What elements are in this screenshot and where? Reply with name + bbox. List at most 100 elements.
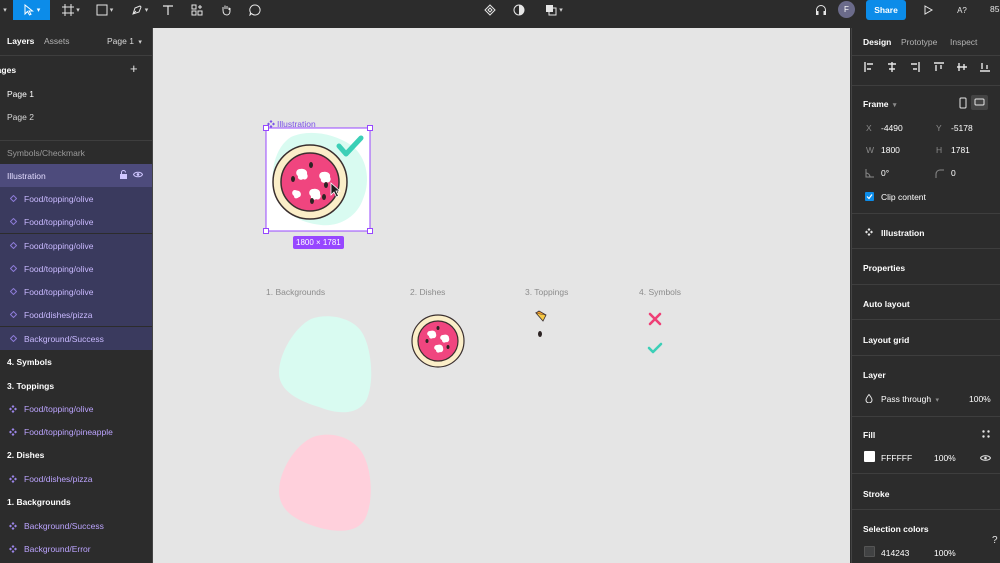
- page-selector[interactable]: Page 1 ▾: [107, 36, 142, 46]
- tab-prototype[interactable]: Prototype: [901, 37, 937, 47]
- divider: [852, 248, 1000, 249]
- corner-radius-icon: [935, 169, 944, 178]
- portrait-icon[interactable]: [959, 97, 967, 109]
- clip-content-checkbox[interactable]: [865, 192, 874, 201]
- background-error-blob[interactable]: [277, 433, 373, 535]
- layer-component[interactable]: Food/topping/olive: [0, 397, 152, 420]
- align-center-v-icon[interactable]: [957, 62, 967, 72]
- add-page-icon[interactable]: +: [130, 61, 138, 76]
- w-label: W: [866, 145, 875, 155]
- canvas[interactable]: Illustration 1800 × 1781 1. Backgrounds …: [153, 28, 850, 563]
- section-label-symbols: 4. Symbols: [639, 287, 682, 297]
- h-input[interactable]: 1781: [951, 145, 970, 155]
- auto-layout-section[interactable]: Auto layout: [863, 299, 910, 309]
- component-tool-button[interactable]: [482, 0, 498, 20]
- boolean-tool-button[interactable]: ▾: [541, 0, 567, 20]
- selection-color-opacity[interactable]: 100%: [934, 548, 956, 558]
- accessibility-button[interactable]: A?: [952, 0, 972, 20]
- align-top-icon[interactable]: [934, 62, 944, 72]
- lock-icon[interactable]: [119, 170, 128, 181]
- layer-child[interactable]: Food/topping/olive: [0, 280, 152, 303]
- frame-tool-button[interactable]: ▾: [57, 0, 85, 20]
- layer-label: 1. Backgrounds: [7, 496, 71, 507]
- selection-color-hex[interactable]: 414243: [881, 548, 909, 558]
- landscape-toggle[interactable]: [971, 95, 988, 110]
- comment-tool-button[interactable]: [247, 0, 263, 20]
- eye-icon[interactable]: [980, 454, 991, 462]
- layer-component[interactable]: Food/dishes/pizza: [0, 467, 152, 490]
- layer-child[interactable]: Food/topping/olive: [0, 257, 152, 280]
- x-label: X: [866, 123, 872, 133]
- layer-child[interactable]: Food/topping/olive: [0, 234, 152, 257]
- radius-input[interactable]: 0: [951, 168, 956, 178]
- blend-mode-select[interactable]: Pass through ▾: [881, 394, 939, 404]
- layer-illustration[interactable]: Illustration: [0, 164, 152, 187]
- layer-symbols-checkmark[interactable]: Symbols/Checkmark: [0, 141, 152, 164]
- illustration-frame[interactable]: [263, 125, 375, 235]
- checkmark-symbol[interactable]: [647, 341, 663, 355]
- background-success-blob[interactable]: [277, 315, 373, 417]
- divider: [852, 355, 1000, 356]
- layer-child[interactable]: Food/topping/olive: [0, 210, 152, 233]
- present-button[interactable]: [920, 0, 936, 20]
- align-left-icon[interactable]: [864, 62, 874, 72]
- text-tool-button[interactable]: [160, 0, 176, 20]
- hand-tool-button[interactable]: [218, 0, 234, 20]
- layout-grid-section[interactable]: Layout grid: [863, 335, 909, 345]
- mask-tool-button[interactable]: [511, 0, 527, 20]
- tab-layers[interactable]: Layers: [7, 36, 34, 46]
- component-name[interactable]: Illustration: [881, 228, 924, 238]
- audio-button[interactable]: [813, 0, 829, 20]
- resources-tool-button[interactable]: [189, 0, 205, 20]
- tab-assets[interactable]: Assets: [44, 36, 70, 46]
- eye-icon[interactable]: [132, 170, 144, 181]
- frame-icon: [62, 4, 75, 16]
- y-input[interactable]: -5178: [951, 123, 973, 133]
- selection-color-swatch[interactable]: [864, 546, 875, 557]
- frame-section-label[interactable]: Frame ▾: [863, 99, 896, 109]
- layer-child[interactable]: Background/Success: [0, 327, 152, 350]
- menu-caret[interactable]: ▾: [0, 0, 8, 20]
- align-center-h-icon[interactable]: [887, 62, 897, 72]
- component-icon: [865, 228, 873, 236]
- layer-child[interactable]: Food/topping/olive: [0, 187, 152, 210]
- layer-label: Food/topping/olive: [24, 193, 94, 204]
- page-item-1[interactable]: Page 1: [7, 89, 34, 99]
- layer-opacity-input[interactable]: 100%: [969, 394, 991, 404]
- layer-label: Symbols/Checkmark: [7, 147, 85, 158]
- pen-tool-button[interactable]: ▾: [127, 0, 152, 20]
- move-tool-button[interactable]: ▾: [13, 0, 50, 20]
- x-input[interactable]: -4490: [881, 123, 903, 133]
- page-item-2[interactable]: Page 2: [7, 112, 34, 122]
- cross-symbol[interactable]: [648, 312, 662, 326]
- share-button[interactable]: Share: [866, 0, 906, 20]
- styles-grid-icon[interactable]: [982, 430, 990, 438]
- layer-section-dishes[interactable]: 2. Dishes: [0, 443, 152, 466]
- fill-swatch[interactable]: [864, 451, 875, 462]
- layer-section-toppings[interactable]: 3. Toppings: [0, 374, 152, 397]
- pineapple-topping[interactable]: [534, 309, 548, 323]
- layer-section-backgrounds[interactable]: 1. Backgrounds: [0, 490, 152, 513]
- align-right-icon[interactable]: [910, 62, 920, 72]
- layer-component[interactable]: Food/topping/pineapple: [0, 420, 152, 443]
- layer-section-symbols[interactable]: 4. Symbols: [0, 350, 152, 373]
- stroke-section[interactable]: Stroke: [863, 489, 889, 499]
- avatar[interactable]: F: [838, 1, 855, 18]
- fill-opacity-input[interactable]: 100%: [934, 453, 956, 463]
- tab-design[interactable]: Design: [863, 37, 891, 47]
- layer-component[interactable]: Background/Error: [0, 537, 152, 560]
- fill-hex-input[interactable]: FFFFFF: [881, 453, 912, 463]
- pizza-component[interactable]: [410, 313, 466, 369]
- w-input[interactable]: 1800: [881, 145, 900, 155]
- olive-topping[interactable]: [537, 330, 543, 338]
- shape-tool-button[interactable]: ▾: [92, 0, 117, 20]
- properties-section[interactable]: Properties: [863, 263, 905, 273]
- align-bottom-icon[interactable]: [980, 62, 990, 72]
- zoom-level[interactable]: 85: [990, 4, 999, 14]
- help-button[interactable]: ?: [992, 535, 998, 546]
- component-icon: [6, 521, 20, 530]
- rotation-input[interactable]: 0°: [881, 168, 889, 178]
- layer-component[interactable]: Background/Success: [0, 514, 152, 537]
- tab-inspect[interactable]: Inspect: [950, 37, 977, 47]
- layer-child[interactable]: Food/dishes/pizza: [0, 303, 152, 326]
